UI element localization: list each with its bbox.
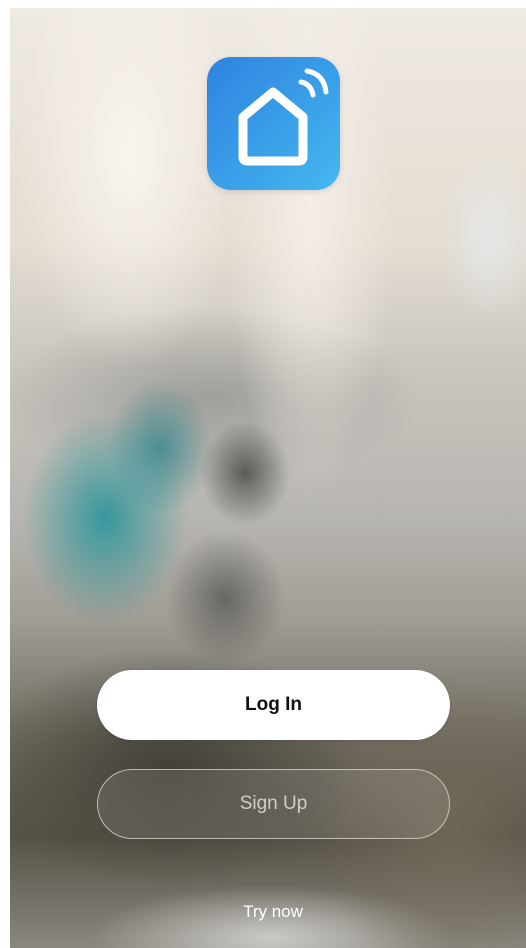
smart-home-wifi-icon — [238, 68, 329, 166]
login-button[interactable]: Log In — [97, 670, 450, 740]
app-logo-icon — [207, 57, 340, 190]
try-now-link[interactable]: Try now — [0, 902, 526, 922]
signup-button[interactable]: Sign Up — [97, 769, 450, 839]
login-screen: Log In Sign Up Try now — [0, 0, 526, 948]
login-button-label: Log In — [245, 694, 302, 715]
signup-button-label: Sign Up — [239, 793, 308, 814]
